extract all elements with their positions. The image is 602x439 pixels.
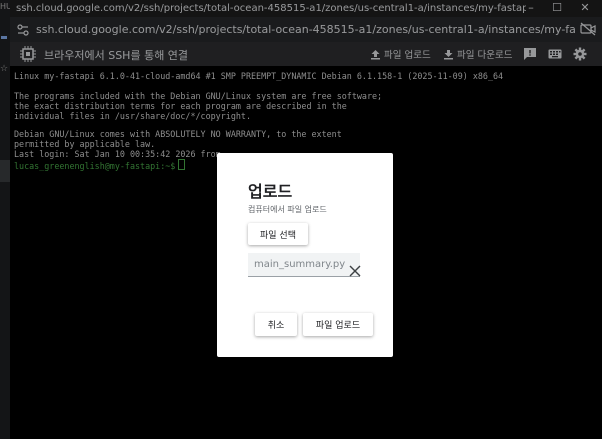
dialog-subtitle: 컴퓨터에서 파일 업로드 (248, 205, 327, 214)
selected-file-name: main_summary.py (254, 259, 346, 270)
remove-file-icon[interactable] (349, 265, 361, 277)
upload-file-submit-button[interactable]: 파일 업로드 (303, 313, 373, 336)
cancel-button[interactable]: 취소 (255, 313, 297, 336)
selected-file-field: main_summary.py (248, 253, 361, 277)
choose-file-button[interactable]: 파일 선택 (248, 223, 308, 245)
dialog-title: 업로드 (248, 182, 293, 201)
upload-dialog: 업로드 컴퓨터에서 파일 업로드 파일 선택 main_summary.py 취… (217, 153, 393, 357)
